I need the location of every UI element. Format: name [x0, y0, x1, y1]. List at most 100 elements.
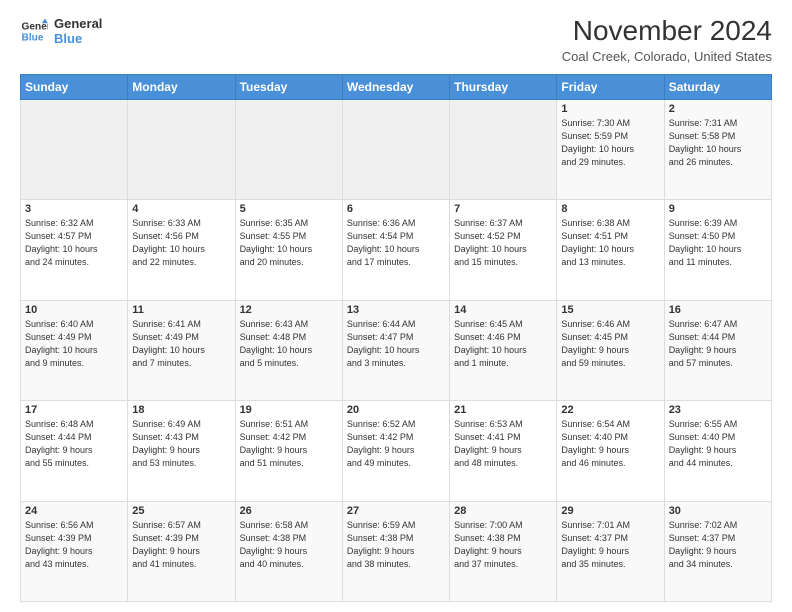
calendar-cell: 28 Sunrise: 7:00 AM Sunset: 4:38 PM Dayli…: [450, 501, 557, 601]
logo: General Blue General Blue: [20, 16, 102, 46]
day-info: Sunrise: 6:48 AM Sunset: 4:44 PM Dayligh…: [25, 418, 123, 470]
calendar-week-3: 10 Sunrise: 6:40 AM Sunset: 4:49 PM Dayli…: [21, 300, 772, 400]
calendar-cell: 6 Sunrise: 6:36 AM Sunset: 4:54 PM Daylig…: [342, 200, 449, 300]
day-info: Sunrise: 6:58 AM Sunset: 4:38 PM Dayligh…: [240, 519, 338, 571]
calendar-cell: 18 Sunrise: 6:49 AM Sunset: 4:43 PM Dayli…: [128, 401, 235, 501]
calendar-cell: 4 Sunrise: 6:33 AM Sunset: 4:56 PM Daylig…: [128, 200, 235, 300]
col-header-saturday: Saturday: [664, 74, 771, 99]
day-info: Sunrise: 6:55 AM Sunset: 4:40 PM Dayligh…: [669, 418, 767, 470]
day-number: 24: [25, 505, 123, 517]
calendar-cell: 15Sunrise: 6:46 AM Sunset: 4:45 PM Dayli…: [557, 300, 664, 400]
day-number: 21: [454, 404, 552, 416]
calendar-cell: 3 Sunrise: 6:32 AM Sunset: 4:57 PM Daylig…: [21, 200, 128, 300]
day-number: 16: [669, 304, 767, 316]
day-info: Sunrise: 6:45 AM Sunset: 4:46 PM Dayligh…: [454, 318, 552, 370]
day-info: Sunrise: 6:41 AM Sunset: 4:49 PM Dayligh…: [132, 318, 230, 370]
calendar-cell: 14 Sunrise: 6:45 AM Sunset: 4:46 PM Dayli…: [450, 300, 557, 400]
day-info: Sunrise: 7:01 AM Sunset: 4:37 PM Dayligh…: [561, 519, 659, 571]
day-number: 18: [132, 404, 230, 416]
day-number: 6: [347, 203, 445, 215]
day-number: 26: [240, 505, 338, 517]
day-info: Sunrise: 6:33 AM Sunset: 4:56 PM Dayligh…: [132, 217, 230, 269]
day-info: Sunrise: 6:44 AM Sunset: 4:47 PM Dayligh…: [347, 318, 445, 370]
calendar-cell: 5 Sunrise: 6:35 AM Sunset: 4:55 PM Daylig…: [235, 200, 342, 300]
calendar-cell: 19Sunrise: 6:51 AM Sunset: 4:42 PM Dayli…: [235, 401, 342, 501]
logo-icon: General Blue: [20, 17, 48, 45]
day-number: 19: [240, 404, 338, 416]
calendar-cell: 17 Sunrise: 6:48 AM Sunset: 4:44 PM Dayli…: [21, 401, 128, 501]
day-info: Sunrise: 6:38 AM Sunset: 4:51 PM Dayligh…: [561, 217, 659, 269]
logo-line1: General: [54, 16, 102, 31]
day-info: Sunrise: 7:31 AM Sunset: 5:58 PM Dayligh…: [669, 117, 767, 169]
day-number: 5: [240, 203, 338, 215]
day-number: 9: [669, 203, 767, 215]
calendar-cell: 1 Sunrise: 7:30 AM Sunset: 5:59 PM Daylig…: [557, 99, 664, 199]
title-block: November 2024 Coal Creek, Colorado, Unit…: [562, 16, 772, 64]
calendar-cell: [128, 99, 235, 199]
calendar-week-4: 17 Sunrise: 6:48 AM Sunset: 4:44 PM Dayli…: [21, 401, 772, 501]
calendar-cell: 20 Sunrise: 6:52 AM Sunset: 4:42 PM Dayli…: [342, 401, 449, 501]
day-info: Sunrise: 6:46 AM Sunset: 4:45 PM Dayligh…: [561, 318, 659, 370]
day-info: Sunrise: 6:36 AM Sunset: 4:54 PM Dayligh…: [347, 217, 445, 269]
col-header-monday: Monday: [128, 74, 235, 99]
day-info: Sunrise: 7:30 AM Sunset: 5:59 PM Dayligh…: [561, 117, 659, 169]
day-number: 10: [25, 304, 123, 316]
day-info: Sunrise: 6:59 AM Sunset: 4:38 PM Dayligh…: [347, 519, 445, 571]
calendar-cell: 12Sunrise: 6:43 AM Sunset: 4:48 PM Dayli…: [235, 300, 342, 400]
calendar-cell: 23 Sunrise: 6:55 AM Sunset: 4:40 PM Dayli…: [664, 401, 771, 501]
day-info: Sunrise: 6:56 AM Sunset: 4:39 PM Dayligh…: [25, 519, 123, 571]
calendar-cell: 2Sunrise: 7:31 AM Sunset: 5:58 PM Daylig…: [664, 99, 771, 199]
page: General Blue General Blue November 2024 …: [0, 0, 792, 612]
day-info: Sunrise: 6:37 AM Sunset: 4:52 PM Dayligh…: [454, 217, 552, 269]
day-info: Sunrise: 6:40 AM Sunset: 4:49 PM Dayligh…: [25, 318, 123, 370]
col-header-thursday: Thursday: [450, 74, 557, 99]
calendar-cell: 10 Sunrise: 6:40 AM Sunset: 4:49 PM Dayli…: [21, 300, 128, 400]
calendar-week-1: 1 Sunrise: 7:30 AM Sunset: 5:59 PM Daylig…: [21, 99, 772, 199]
day-number: 29: [561, 505, 659, 517]
day-number: 17: [25, 404, 123, 416]
day-number: 30: [669, 505, 767, 517]
calendar-cell: 24 Sunrise: 6:56 AM Sunset: 4:39 PM Dayli…: [21, 501, 128, 601]
day-info: Sunrise: 6:39 AM Sunset: 4:50 PM Dayligh…: [669, 217, 767, 269]
calendar-cell: [450, 99, 557, 199]
day-info: Sunrise: 6:35 AM Sunset: 4:55 PM Dayligh…: [240, 217, 338, 269]
day-info: Sunrise: 6:52 AM Sunset: 4:42 PM Dayligh…: [347, 418, 445, 470]
col-header-friday: Friday: [557, 74, 664, 99]
day-number: 1: [561, 103, 659, 115]
day-number: 22: [561, 404, 659, 416]
day-info: Sunrise: 6:54 AM Sunset: 4:40 PM Dayligh…: [561, 418, 659, 470]
calendar-cell: 30 Sunrise: 7:02 AM Sunset: 4:37 PM Dayli…: [664, 501, 771, 601]
day-number: 25: [132, 505, 230, 517]
calendar-cell: [342, 99, 449, 199]
svg-text:Blue: Blue: [22, 32, 44, 43]
day-number: 7: [454, 203, 552, 215]
main-title: November 2024: [562, 16, 772, 47]
calendar-cell: 11 Sunrise: 6:41 AM Sunset: 4:49 PM Dayli…: [128, 300, 235, 400]
calendar-header-row: SundayMondayTuesdayWednesdayThursdayFrid…: [21, 74, 772, 99]
day-number: 23: [669, 404, 767, 416]
day-info: Sunrise: 6:49 AM Sunset: 4:43 PM Dayligh…: [132, 418, 230, 470]
day-number: 3: [25, 203, 123, 215]
calendar-cell: 21Sunrise: 6:53 AM Sunset: 4:41 PM Dayli…: [450, 401, 557, 501]
day-number: 20: [347, 404, 445, 416]
day-number: 11: [132, 304, 230, 316]
calendar-cell: 7 Sunrise: 6:37 AM Sunset: 4:52 PM Daylig…: [450, 200, 557, 300]
day-number: 27: [347, 505, 445, 517]
calendar-cell: 16Sunrise: 6:47 AM Sunset: 4:44 PM Dayli…: [664, 300, 771, 400]
day-number: 14: [454, 304, 552, 316]
calendar-cell: [235, 99, 342, 199]
calendar-cell: 27 Sunrise: 6:59 AM Sunset: 4:38 PM Dayli…: [342, 501, 449, 601]
day-info: Sunrise: 7:02 AM Sunset: 4:37 PM Dayligh…: [669, 519, 767, 571]
day-info: Sunrise: 7:00 AM Sunset: 4:38 PM Dayligh…: [454, 519, 552, 571]
day-info: Sunrise: 6:57 AM Sunset: 4:39 PM Dayligh…: [132, 519, 230, 571]
day-number: 8: [561, 203, 659, 215]
calendar-week-2: 3 Sunrise: 6:32 AM Sunset: 4:57 PM Daylig…: [21, 200, 772, 300]
calendar-cell: 22 Sunrise: 6:54 AM Sunset: 4:40 PM Dayli…: [557, 401, 664, 501]
day-number: 4: [132, 203, 230, 215]
day-info: Sunrise: 6:32 AM Sunset: 4:57 PM Dayligh…: [25, 217, 123, 269]
calendar-cell: [21, 99, 128, 199]
day-number: 12: [240, 304, 338, 316]
col-header-wednesday: Wednesday: [342, 74, 449, 99]
day-number: 28: [454, 505, 552, 517]
calendar-cell: 8 Sunrise: 6:38 AM Sunset: 4:51 PM Daylig…: [557, 200, 664, 300]
